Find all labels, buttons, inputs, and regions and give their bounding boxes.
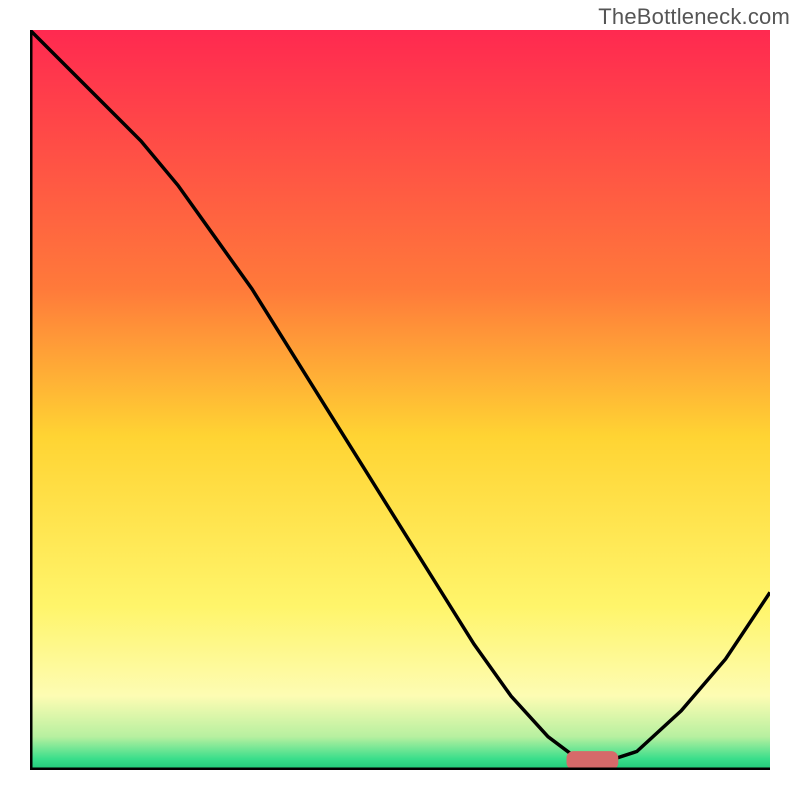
watermark-text: TheBottleneck.com (598, 4, 790, 30)
highlight-marker (567, 751, 619, 770)
chart-container: TheBottleneck.com (0, 0, 800, 800)
chart-svg (30, 30, 770, 770)
